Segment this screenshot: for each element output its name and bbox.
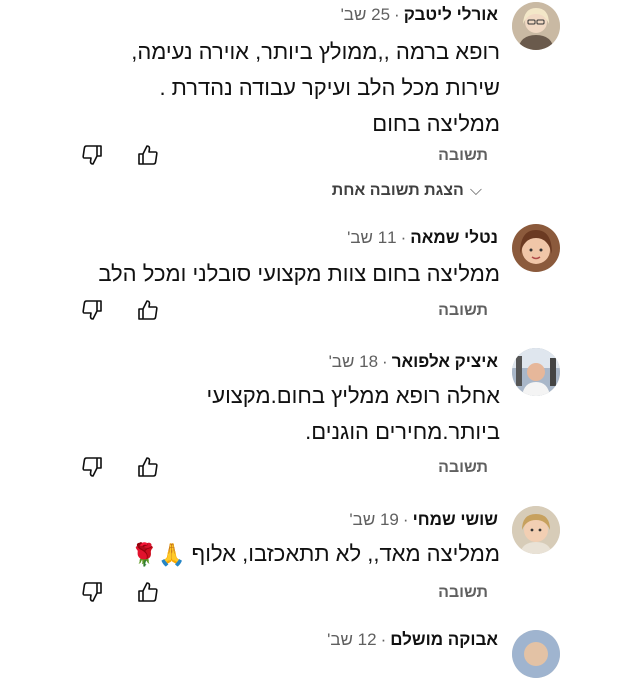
thumb-up-icon — [138, 457, 158, 477]
reply-button[interactable]: תשובה — [438, 459, 488, 477]
thumb-up-icon — [138, 300, 158, 320]
thumb-down-icon — [82, 457, 102, 477]
author-name[interactable]: נטלי שמאה — [410, 228, 498, 247]
author-name[interactable]: איציק אלפואר — [392, 352, 498, 371]
reply-button[interactable]: תשובה — [438, 147, 488, 165]
avatar[interactable] — [512, 224, 560, 272]
like-button[interactable] — [136, 455, 160, 479]
reply-button[interactable]: תשובה — [438, 584, 488, 602]
comment-line: רופא ברמה ,,ממולץ ביותר, אוירה נעימה, — [131, 39, 500, 64]
meta-separator: · — [382, 352, 388, 371]
thumb-down-icon — [82, 300, 102, 320]
author-name[interactable]: שושי שמחי — [413, 510, 498, 529]
avatar[interactable] — [512, 630, 560, 678]
comment-meta: איציק אלפואר·18 שב' — [329, 352, 498, 372]
comment-time[interactable]: 25 שב' — [341, 5, 390, 24]
author-name[interactable]: אורלי ליטבק — [404, 5, 498, 24]
show-replies-button[interactable]: ⌵ הצגת תשובה אחת — [332, 182, 482, 200]
reply-button[interactable]: תשובה — [438, 302, 488, 320]
comment-line: אחלה רופא ממליץ בחום.מקצועי — [206, 383, 500, 408]
comment-text: אחלה רופא ממליץ בחום.מקצועי ביותר.מחירים… — [60, 378, 500, 450]
comment-meta: אורלי ליטבק·25 שב' — [341, 5, 498, 25]
chevron-down-icon: ⌵ — [469, 182, 482, 199]
thumb-down-icon — [82, 582, 102, 602]
meta-separator: · — [402, 510, 409, 529]
dislike-button[interactable] — [80, 143, 104, 167]
comment-meta: שושי שמחי·19 שב' — [349, 510, 498, 530]
thumb-up-icon — [138, 582, 158, 602]
like-button[interactable] — [136, 143, 160, 167]
dislike-button[interactable] — [80, 455, 104, 479]
comment-meta: אבוקה מושלם·12 שב' — [327, 630, 498, 650]
meta-separator: · — [394, 5, 400, 24]
like-button[interactable] — [136, 580, 160, 604]
dislike-button[interactable] — [80, 298, 104, 322]
comment-meta: נטלי שמאה·11 שב' — [347, 228, 498, 248]
show-replies-label: הצגת תשובה אחת — [331, 182, 464, 199]
avatar[interactable] — [512, 348, 560, 396]
comment-line: שירות מכל הלב ועיקר עבודה נהדרת . — [159, 75, 500, 100]
comment-text: ממליצה בחום צוות מקצועי סובלני ומכל הלב — [60, 256, 500, 292]
comment-text: ממליצה מאד,, לא תתאכזבו, אלוף 🙏🌹 — [60, 536, 500, 573]
thumb-up-icon — [138, 145, 158, 165]
comment-time[interactable]: 11 שב' — [347, 228, 396, 247]
dislike-button[interactable] — [80, 580, 104, 604]
comment-text: רופא ברמה ,,ממולץ ביותר, אוירה נעימה, שי… — [60, 34, 500, 142]
comment-line: ביותר.מחירים הוגנים. — [305, 419, 500, 444]
avatar[interactable] — [512, 2, 560, 50]
meta-separator: · — [400, 228, 407, 247]
comment-time[interactable]: 19 שב' — [349, 510, 398, 529]
like-button[interactable] — [136, 298, 160, 322]
comment-time[interactable]: 18 שב' — [329, 352, 378, 371]
pray-rose-emoji: 🙏🌹 — [130, 542, 186, 568]
comment-line: ממליצה מאד,, לא תתאכזבו, אלוף 🙏🌹 — [60, 536, 500, 573]
thumb-down-icon — [82, 145, 102, 165]
avatar[interactable] — [512, 506, 560, 554]
comment-line-text: ממליצה מאד,, לא תתאכזבו, אלוף — [191, 541, 500, 566]
comment-line: ממליצה בחום — [372, 111, 500, 136]
comment-line: ממליצה בחום צוות מקצועי סובלני ומכל הלב — [98, 261, 500, 286]
